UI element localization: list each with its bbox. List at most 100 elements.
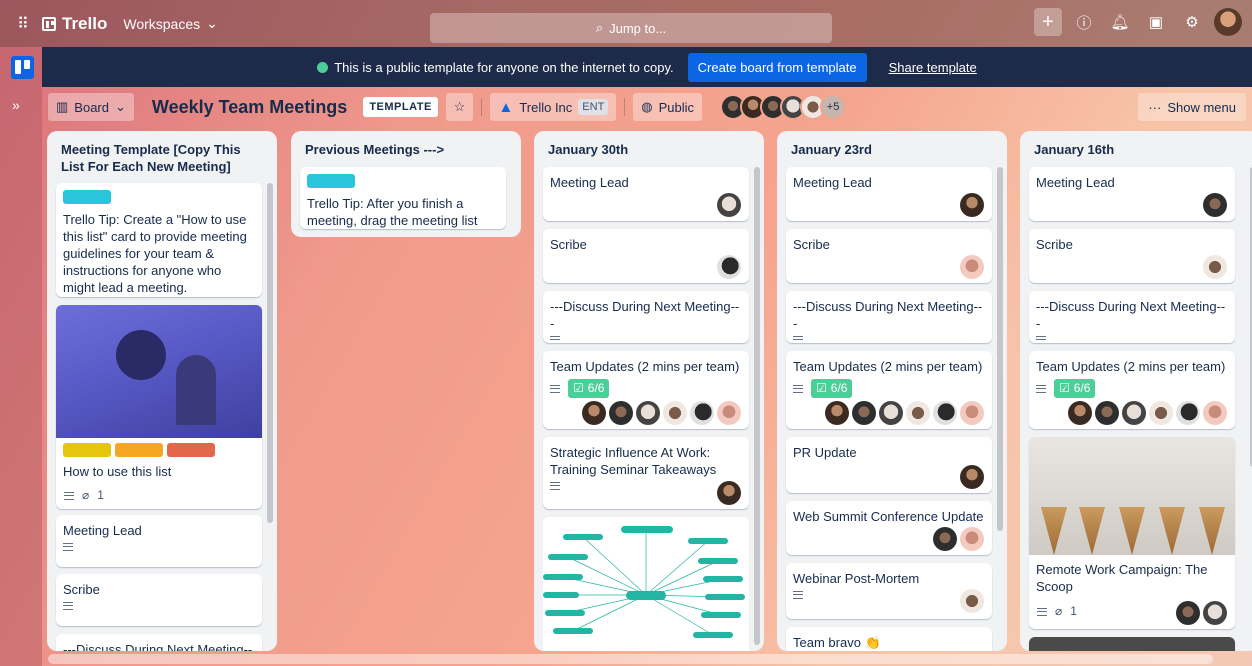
board-members[interactable]: +5	[720, 94, 847, 120]
list-title[interactable]: Previous Meetings --->	[291, 131, 521, 164]
card-title: How to use this list	[63, 464, 172, 479]
card[interactable]: Team Updates (2 mins per team) ☑ 6/6	[786, 351, 992, 429]
card[interactable]: Strategic Influence At Work: Training Se…	[543, 437, 749, 509]
checkbox-icon: ☑	[1059, 381, 1070, 395]
card-members	[960, 193, 984, 217]
create-board-from-template-button[interactable]: Create board from template	[687, 52, 867, 82]
card[interactable]: Remote Work Campaign: The Scoop ⌀ 1	[1029, 437, 1235, 629]
card-members	[1176, 601, 1227, 625]
list-title[interactable]: Meeting Template [Copy This List For Eac…	[47, 131, 277, 181]
board-view-switcher[interactable]: ▥ Board ⌄	[48, 93, 134, 121]
board-view-label: Board	[74, 99, 109, 115]
info-icon[interactable]: ⓘ	[1070, 8, 1098, 36]
card[interactable]: ---Discuss During Next Meeting---	[543, 291, 749, 343]
description-icon	[63, 602, 73, 610]
card-badges	[550, 336, 742, 343]
card-members	[960, 589, 984, 613]
cone-shape	[1199, 507, 1225, 555]
workspace-logo-icon[interactable]	[11, 56, 34, 79]
star-button[interactable]: ☆	[445, 93, 474, 121]
list-january-16th[interactable]: January 16th Meeting Lead Scribe ---Disc…	[1020, 131, 1252, 651]
list-previous-meetings[interactable]: Previous Meetings ---> Trello Tip: After…	[291, 131, 521, 237]
card-badges: ⌀ 1	[64, 487, 104, 504]
checklist-badge: ☑ 6/6	[811, 379, 853, 398]
card-title: Remote Work Campaign: The Scoop	[1036, 562, 1208, 594]
gear-icon[interactable]: ⚙︎	[1178, 8, 1206, 36]
card[interactable]	[1029, 637, 1235, 651]
list-scrollbar[interactable]	[754, 167, 760, 645]
trello-logo[interactable]: Trello	[42, 14, 107, 34]
card[interactable]: Team bravo 👏	[786, 627, 992, 651]
card[interactable]: Trello Tip: After you finish a meeting, …	[300, 167, 506, 229]
card[interactable]: Scribe	[1029, 229, 1235, 283]
checklist-badge: ☑ 6/6	[568, 379, 610, 398]
card[interactable]: Scribe	[543, 229, 749, 283]
card[interactable]: How to use this list ⌀ 1	[56, 305, 262, 509]
mindmap-diagram	[543, 526, 745, 638]
description-icon	[793, 591, 803, 599]
card[interactable]: Team Updates (2 mins per team) ☑ 6/6	[543, 351, 749, 429]
card[interactable]: Scribe	[786, 229, 992, 283]
card[interactable]: ---Discuss During Next Meeting---	[1029, 291, 1235, 343]
avatar	[906, 401, 930, 425]
card-members	[1068, 401, 1227, 425]
atlassian-icon[interactable]: ▣	[1142, 8, 1170, 36]
list-title[interactable]: January 16th	[1020, 131, 1252, 164]
card-title: Strategic Influence At Work: Training Se…	[550, 445, 717, 477]
bell-icon[interactable]: 🔔︎	[1106, 8, 1134, 36]
board-horizontal-scrollbar[interactable]	[48, 654, 1213, 664]
card[interactable]: Trello Tip: Create a "How to use this li…	[56, 183, 262, 297]
list-january-30th[interactable]: January 30th Meeting Lead Scribe ---Disc…	[534, 131, 764, 651]
workspace-button[interactable]: ▲ Trello Inc ENT	[490, 93, 617, 121]
card[interactable]: Web Summit Conference Update	[786, 501, 992, 555]
list-january-23rd[interactable]: January 23rd Meeting Lead Scribe ---Disc…	[777, 131, 1007, 651]
card[interactable]: ---Discuss During Next Meeting---	[56, 634, 262, 651]
chevron-down-icon: ⌄	[206, 15, 218, 31]
card-title: Scribe	[550, 237, 587, 252]
card-cover-mindmap[interactable]	[543, 517, 749, 651]
card[interactable]: Meeting Lead	[786, 167, 992, 221]
card[interactable]: Meeting Lead	[1029, 167, 1235, 221]
avatar	[1203, 601, 1227, 625]
avatar	[717, 255, 741, 279]
card-members	[933, 527, 984, 551]
label-red	[167, 443, 215, 457]
app-switcher-icon[interactable]: ⠿	[8, 9, 38, 39]
card-title: Meeting Lead	[63, 523, 142, 538]
user-avatar[interactable]	[1214, 8, 1242, 36]
list-meeting-template[interactable]: Meeting Template [Copy This List For Eac…	[47, 131, 277, 651]
card-members	[717, 481, 741, 505]
card[interactable]: Scribe	[56, 574, 262, 626]
list-title[interactable]: January 30th	[534, 131, 764, 164]
list-scrollbar[interactable]	[997, 167, 1003, 531]
card[interactable]: Webinar Post-Mortem	[786, 563, 992, 619]
more-members-badge[interactable]: +5	[820, 94, 847, 120]
card[interactable]: ---Discuss During Next Meeting---	[786, 291, 992, 343]
list-title[interactable]: January 23rd	[777, 131, 1007, 164]
card[interactable]: Meeting Lead	[543, 167, 749, 221]
avatar	[1149, 401, 1173, 425]
card-badges: ☑ 6/6	[1036, 379, 1228, 398]
avatar	[960, 465, 984, 489]
visibility-button[interactable]: ◍ Public	[633, 93, 703, 121]
create-plus-icon[interactable]: +	[1034, 8, 1062, 36]
avatar	[960, 527, 984, 551]
card-badges: ☑ 6/6	[793, 379, 985, 398]
card[interactable]: Meeting Lead	[56, 515, 262, 567]
board-title[interactable]: Weekly Team Meetings	[152, 97, 347, 118]
card[interactable]: Team Updates (2 mins per team) ☑ 6/6	[1029, 351, 1235, 429]
avatar	[717, 193, 741, 217]
workspaces-menu[interactable]: Workspaces ⌄	[123, 15, 218, 32]
show-menu-button[interactable]: ··· Show menu	[1138, 93, 1246, 121]
card-title: Meeting Lead	[793, 175, 872, 190]
paperclip-icon: ⌀	[1055, 604, 1063, 618]
expand-sidebar-icon[interactable]: »	[12, 97, 20, 113]
description-icon	[1036, 384, 1046, 393]
list-scrollbar[interactable]	[267, 183, 273, 523]
search-input[interactable]: ⌕ Jump to...	[430, 13, 832, 43]
card[interactable]: PR Update	[786, 437, 992, 493]
avatar	[582, 401, 606, 425]
card-title: Scribe	[63, 582, 100, 597]
share-template-link[interactable]: Share template	[889, 60, 977, 75]
avatar	[960, 401, 984, 425]
